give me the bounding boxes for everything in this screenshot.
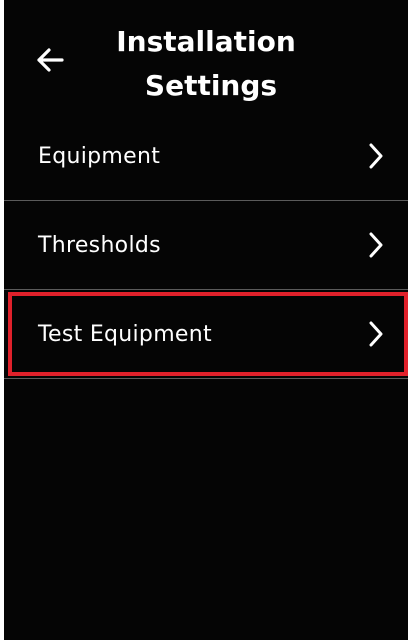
divider <box>4 378 408 379</box>
menu-item-equipment[interactable]: Equipment <box>8 114 408 198</box>
menu-item-thresholds[interactable]: Thresholds <box>8 203 408 287</box>
menu-item-test-equipment[interactable]: Test Equipment <box>8 292 408 376</box>
page-title: Installation Settings <box>4 20 408 108</box>
chevron-right-icon <box>366 320 386 348</box>
header: Installation Settings <box>4 0 408 128</box>
menu-item-label: Equipment <box>38 143 161 169</box>
divider <box>4 200 408 201</box>
page-title-line2: Settings <box>144 69 278 102</box>
page-title-line1: Installation <box>116 25 296 58</box>
menu-item-label: Thresholds <box>38 232 161 258</box>
menu-item-label: Test Equipment <box>38 321 212 347</box>
divider <box>4 289 408 290</box>
chevron-right-icon <box>366 142 386 170</box>
chevron-right-icon <box>366 231 386 259</box>
screen: Installation Settings Equipment Threshol… <box>4 0 408 640</box>
